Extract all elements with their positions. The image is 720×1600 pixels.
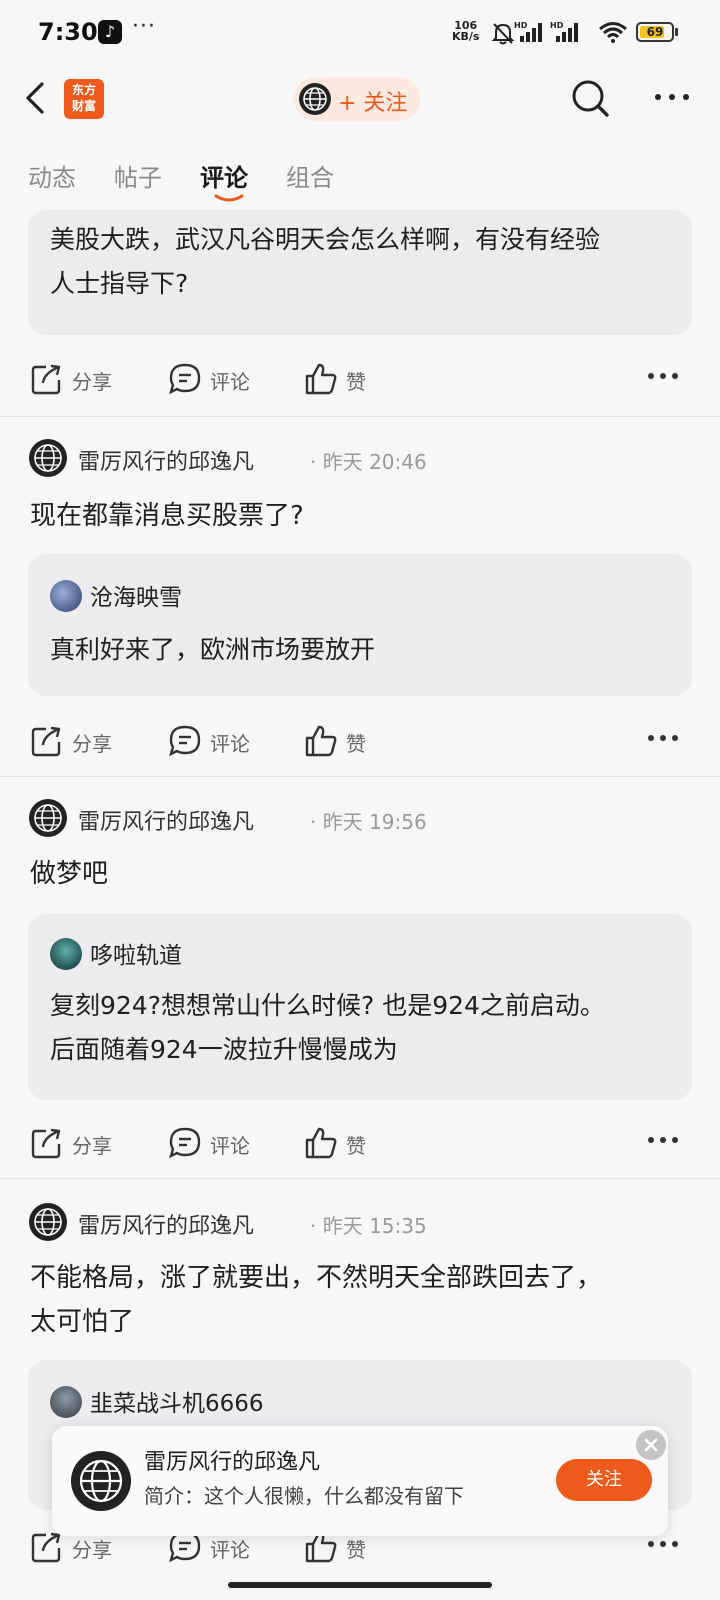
battery-tip [675, 28, 678, 36]
comment-label: 评论 [210, 1538, 250, 1562]
action-bar: 分享 评论 赞 [0, 352, 720, 402]
quoted-text-line2: 人士指导下? [50, 269, 189, 298]
close-icon[interactable] [636, 1430, 666, 1460]
wifi-icon [599, 22, 627, 43]
share-icon [31, 726, 61, 757]
follow-chip-button[interactable]: + 关注 [294, 77, 420, 121]
top-nav: 东方 财富 + 关注 [0, 64, 720, 134]
thumbs-up-icon [305, 1127, 337, 1159]
quoted-author-name: 沧海映雪 [90, 585, 182, 611]
popup-user-bio: 简介：这个人很懒，什么都没有留下 [144, 1484, 464, 1508]
thumbs-up-icon [305, 363, 337, 395]
battery-level: 69 [646, 25, 664, 39]
comment-icon [169, 1127, 201, 1159]
share-icon [31, 1128, 61, 1159]
tab-posts[interactable]: 帖子 [114, 158, 162, 193]
quoted-comment-card[interactable]: 哆啦轨道 复刻924?想想常山什么时候? 也是924之前启动。 后面随着924一… [28, 914, 692, 1100]
like-label: 赞 [346, 1538, 366, 1562]
comment-label: 评论 [210, 732, 250, 756]
popup-user-name: 雷厉风行的邱逸凡 [144, 1450, 321, 1475]
globe-avatar-icon [29, 439, 67, 477]
share-icon [31, 1532, 61, 1563]
globe-avatar-icon [299, 83, 331, 115]
action-bar: 分享 评论 赞 [0, 714, 720, 764]
quoted-card[interactable]: 美股大跌，武汉凡谷明天会怎么样啊，有没有经验 人士指导下? [28, 210, 692, 335]
divider [0, 776, 720, 777]
active-tab-indicator [214, 194, 244, 202]
home-indicator[interactable] [228, 1582, 492, 1588]
more-dots-icon[interactable] [646, 366, 680, 386]
thumbs-up-icon [305, 725, 337, 757]
svg-text:HD: HD [514, 21, 528, 30]
profile-tabs: 动态 帖子 评论 组合 [0, 148, 720, 208]
status-time: 7:30 [38, 18, 98, 46]
share-label: 分享 [72, 370, 112, 394]
signal-icon-2: HD [550, 21, 578, 42]
mute-bell-icon [491, 23, 515, 45]
share-label: 分享 [72, 1538, 112, 1562]
more-dots-icon[interactable] [646, 1534, 680, 1554]
tab-dynamic[interactable]: 动态 [28, 158, 76, 193]
post-author-row[interactable]: 雷厉风行的邱逸凡 · 昨天 15:35 [28, 1200, 628, 1244]
quoted-text-line2: 后面随着924一波拉升慢慢成为 [50, 1035, 398, 1064]
post-text-line2: 太可怕了 [30, 1307, 135, 1337]
tiktok-icon: ♪ [98, 20, 122, 44]
globe-avatar-icon [71, 1451, 131, 1511]
post-time: · 昨天 19:56 [310, 810, 427, 834]
follow-chip-label: + 关注 [338, 91, 408, 116]
user-avatar [50, 580, 82, 612]
user-avatar [50, 938, 82, 970]
author-name: 雷厉风行的邱逸凡 [78, 450, 255, 475]
more-notifications-icon: ··· [132, 14, 156, 39]
signal-icon: HD [514, 21, 542, 42]
eastmoney-logo: 东方 财富 [64, 79, 104, 119]
share-label: 分享 [72, 1134, 112, 1158]
tab-portfolio[interactable]: 组合 [286, 158, 334, 193]
like-label: 赞 [346, 732, 366, 756]
quoted-author-name: 哆啦轨道 [90, 943, 182, 969]
author-name: 雷厉风行的邱逸凡 [78, 810, 255, 835]
divider [0, 1178, 720, 1179]
quoted-text-line1: 美股大跌，武汉凡谷明天会怎么样啊，有没有经验 [50, 225, 601, 254]
more-options-icon[interactable] [652, 82, 692, 112]
share-label: 分享 [72, 732, 112, 756]
search-icon[interactable] [570, 78, 610, 118]
divider [0, 416, 720, 417]
post-text: 做梦吧 [30, 859, 109, 889]
battery-icon: 69 [636, 22, 674, 42]
comment-icon [169, 363, 201, 395]
post-text-line1: 不能格局，涨了就要出，不然明天全部跌回去了， [30, 1263, 603, 1293]
post-time: · 昨天 20:46 [310, 450, 427, 474]
post-time: · 昨天 15:35 [310, 1214, 427, 1238]
action-bar: 分享 评论 赞 [0, 1116, 720, 1166]
post-author-row[interactable]: 雷厉风行的邱逸凡 · 昨天 19:56 [28, 796, 628, 840]
like-label: 赞 [346, 1134, 366, 1158]
globe-avatar-icon [29, 799, 67, 837]
comment-label: 评论 [210, 370, 250, 394]
svg-text:HD: HD [550, 21, 564, 30]
follow-popup: 雷厉风行的邱逸凡 简介：这个人很懒，什么都没有留下 关注 [52, 1426, 668, 1536]
comment-icon [169, 725, 201, 757]
comment-label: 评论 [210, 1134, 250, 1158]
quoted-text: 真利好来了，欧洲市场要放开 [50, 635, 376, 664]
network-speed: 106 KB/s [452, 20, 479, 42]
author-name: 雷厉风行的邱逸凡 [78, 1214, 255, 1239]
like-label: 赞 [346, 370, 366, 394]
user-avatar [50, 1386, 82, 1418]
back-arrow-icon[interactable] [22, 80, 52, 116]
network-speed-unit: KB/s [452, 30, 480, 43]
quoted-comment-card[interactable]: 沧海映雪 真利好来了，欧洲市场要放开 [28, 554, 692, 696]
quoted-text-line1: 复刻924?想想常山什么时候? 也是924之前启动。 [50, 991, 605, 1020]
post-author-row[interactable]: 雷厉风行的邱逸凡 · 昨天 20:46 [28, 436, 628, 480]
globe-avatar-icon [29, 1203, 67, 1241]
popup-follow-button[interactable]: 关注 [556, 1459, 652, 1501]
more-dots-icon[interactable] [646, 1130, 680, 1150]
post-text: 现在都靠消息买股票了? [30, 501, 304, 531]
quoted-author-name: 韭菜战斗机6666 [90, 1391, 264, 1417]
status-bar: 7:30 ♪ ··· 106 KB/s HD HD 69 [0, 0, 720, 64]
more-dots-icon[interactable] [646, 728, 680, 748]
share-icon [31, 364, 61, 395]
tab-comments[interactable]: 评论 [200, 158, 248, 193]
